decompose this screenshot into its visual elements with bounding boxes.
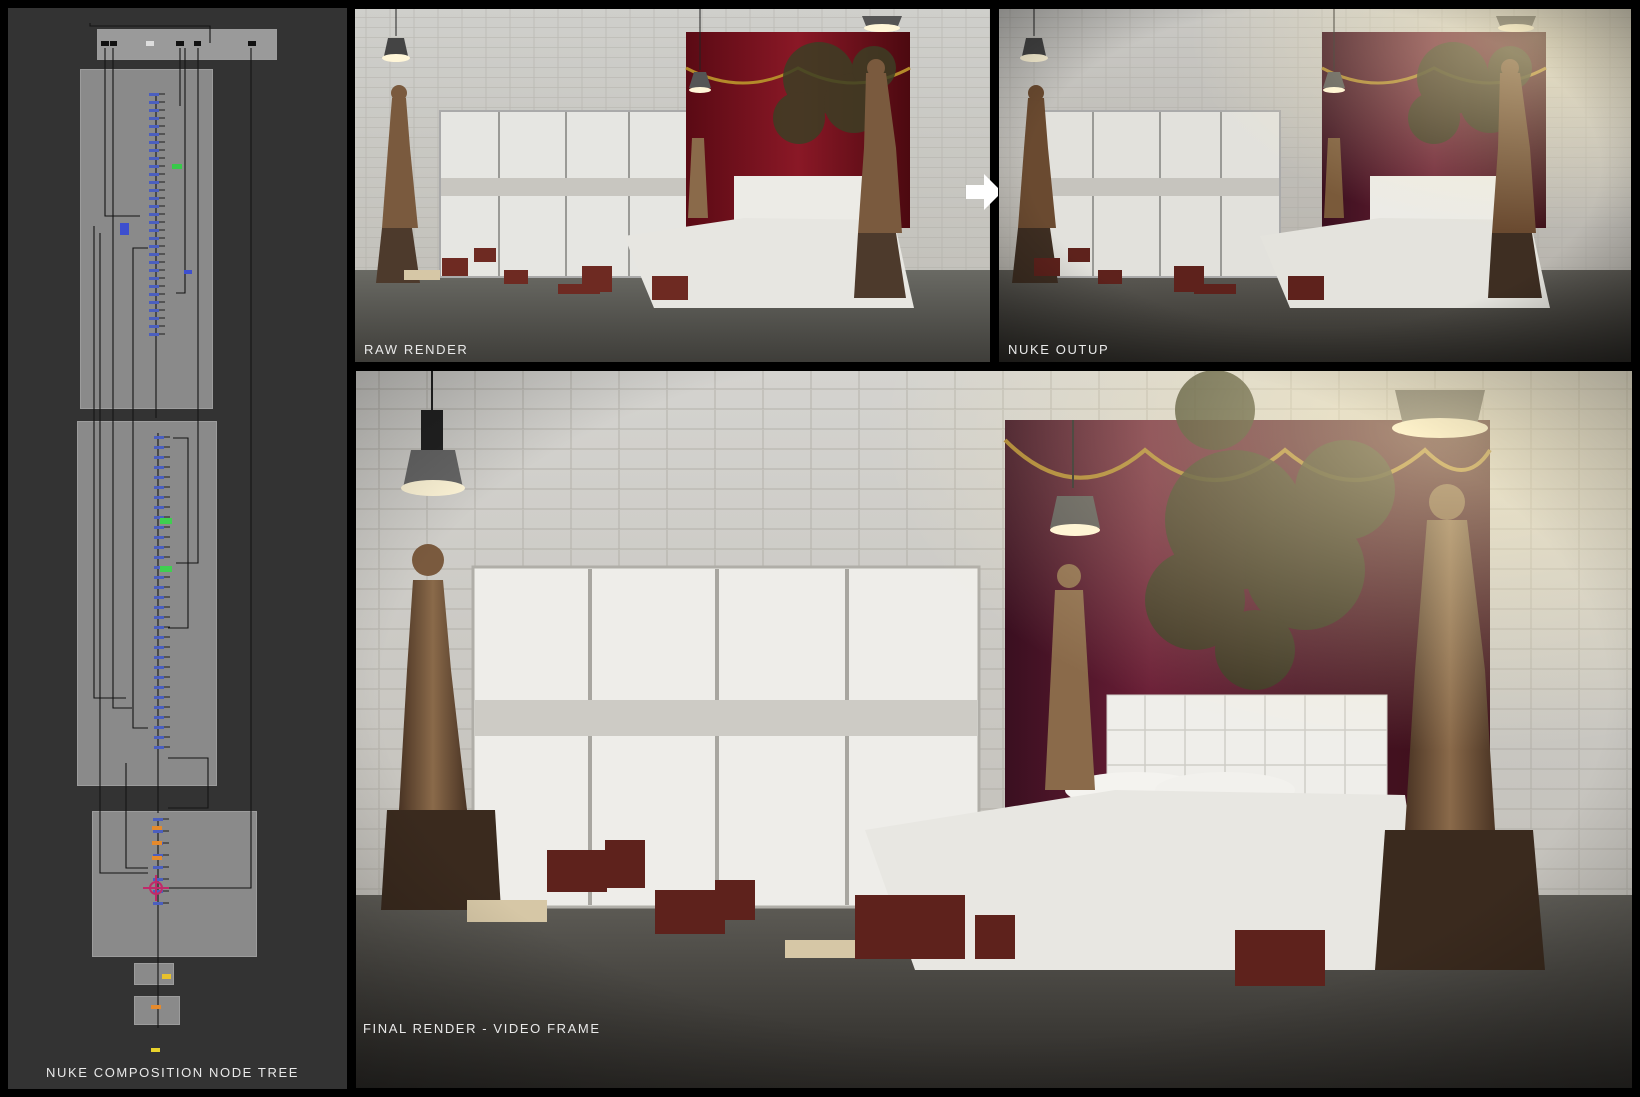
graph-node[interactable]: [149, 181, 159, 184]
graph-node[interactable]: [154, 636, 164, 639]
graph-node[interactable]: [154, 706, 164, 709]
graph-node[interactable]: [149, 277, 159, 280]
raw-render-image: [354, 8, 991, 363]
graph-node[interactable]: [154, 626, 164, 629]
graph-node[interactable]: [154, 726, 164, 729]
graph-node[interactable]: [149, 157, 159, 160]
graph-node[interactable]: [154, 666, 164, 669]
graph-node[interactable]: [149, 333, 159, 336]
transform-node-3[interactable]: [152, 856, 162, 860]
graph-node[interactable]: [149, 101, 159, 104]
graph-node[interactable]: [149, 165, 159, 168]
node-tree-panel: NUKE COMPOSITION NODE TREE: [8, 8, 347, 1089]
graph-node[interactable]: [154, 506, 164, 509]
graph-node[interactable]: [154, 676, 164, 679]
graph-node[interactable]: [154, 486, 164, 489]
node-column-2[interactable]: [154, 436, 170, 749]
graph-node[interactable]: [154, 476, 164, 479]
graph-node[interactable]: [154, 496, 164, 499]
graph-node[interactable]: [154, 586, 164, 589]
graph-node[interactable]: [149, 141, 159, 144]
graph-node[interactable]: [149, 93, 159, 96]
graph-node[interactable]: [154, 716, 164, 719]
reformat-node[interactable]: [151, 1005, 161, 1009]
graph-node[interactable]: [149, 301, 159, 304]
graph-node[interactable]: [154, 466, 164, 469]
nuke-output-image: [998, 8, 1632, 363]
graph-node[interactable]: [153, 878, 163, 881]
graph-node[interactable]: [149, 237, 159, 240]
graph-node[interactable]: [154, 436, 164, 439]
graph-node[interactable]: [149, 245, 159, 248]
final-render-panel: FINAL RENDER - VIDEO FRAME: [355, 370, 1633, 1089]
graph-node[interactable]: [149, 285, 159, 288]
transform-node-2[interactable]: [152, 841, 162, 845]
nuke-output-panel: NUKE OUTUP: [998, 8, 1632, 363]
graph-node[interactable]: [154, 606, 164, 609]
graph-node[interactable]: [154, 446, 164, 449]
raw-render-panel: RAW RENDER: [354, 8, 991, 363]
node-tree-label: NUKE COMPOSITION NODE TREE: [46, 1065, 299, 1080]
graph-node[interactable]: [154, 746, 164, 749]
graph-node[interactable]: [149, 221, 159, 224]
node-graph[interactable]: [8, 8, 347, 1089]
graph-node[interactable]: [149, 125, 159, 128]
graph-node[interactable]: [149, 293, 159, 296]
graph-node[interactable]: [149, 269, 159, 272]
graph-node[interactable]: [149, 197, 159, 200]
write-node[interactable]: [162, 974, 171, 979]
graph-node[interactable]: [149, 205, 159, 208]
graph-node[interactable]: [149, 189, 159, 192]
graph-node[interactable]: [154, 456, 164, 459]
graph-node[interactable]: [154, 526, 164, 529]
graph-node[interactable]: [154, 576, 164, 579]
transform-node[interactable]: [152, 826, 162, 830]
graph-node[interactable]: [149, 317, 159, 320]
graph-node[interactable]: [149, 261, 159, 264]
graph-node[interactable]: [153, 902, 163, 905]
node-column-1[interactable]: [149, 93, 165, 336]
graph-node[interactable]: [153, 830, 163, 833]
graph-node[interactable]: [149, 309, 159, 312]
graph-node[interactable]: [149, 117, 159, 120]
colorcorrect-node[interactable]: [160, 518, 172, 524]
graph-node[interactable]: [149, 213, 159, 216]
graph-node[interactable]: [149, 149, 159, 152]
graph-node[interactable]: [149, 229, 159, 232]
graph-node[interactable]: [154, 556, 164, 559]
graph-node[interactable]: [153, 818, 163, 821]
graph-node[interactable]: [153, 866, 163, 869]
blur-node[interactable]: [184, 270, 192, 274]
merge-node[interactable]: [120, 223, 129, 235]
grade-node[interactable]: [172, 164, 182, 169]
graph-node[interactable]: [154, 736, 164, 739]
nuke-output-label: NUKE OUTUP: [1008, 342, 1110, 357]
colorcorrect-node-2[interactable]: [160, 566, 172, 572]
graph-node[interactable]: [154, 546, 164, 549]
graph-node[interactable]: [154, 696, 164, 699]
final-render-image: [355, 370, 1633, 1089]
graph-node[interactable]: [149, 173, 159, 176]
graph-node[interactable]: [149, 109, 159, 112]
graph-node[interactable]: [149, 133, 159, 136]
graph-node[interactable]: [154, 536, 164, 539]
read-nodes[interactable]: [101, 41, 256, 46]
graph-node[interactable]: [149, 325, 159, 328]
graph-node[interactable]: [154, 616, 164, 619]
graph-node[interactable]: [154, 646, 164, 649]
viewer-node[interactable]: [151, 1048, 160, 1052]
raw-render-label: RAW RENDER: [364, 342, 469, 357]
graph-node[interactable]: [149, 253, 159, 256]
graph-node[interactable]: [154, 596, 164, 599]
graph-node[interactable]: [154, 686, 164, 689]
graph-node[interactable]: [154, 656, 164, 659]
final-render-label: FINAL RENDER - VIDEO FRAME: [363, 1021, 601, 1036]
